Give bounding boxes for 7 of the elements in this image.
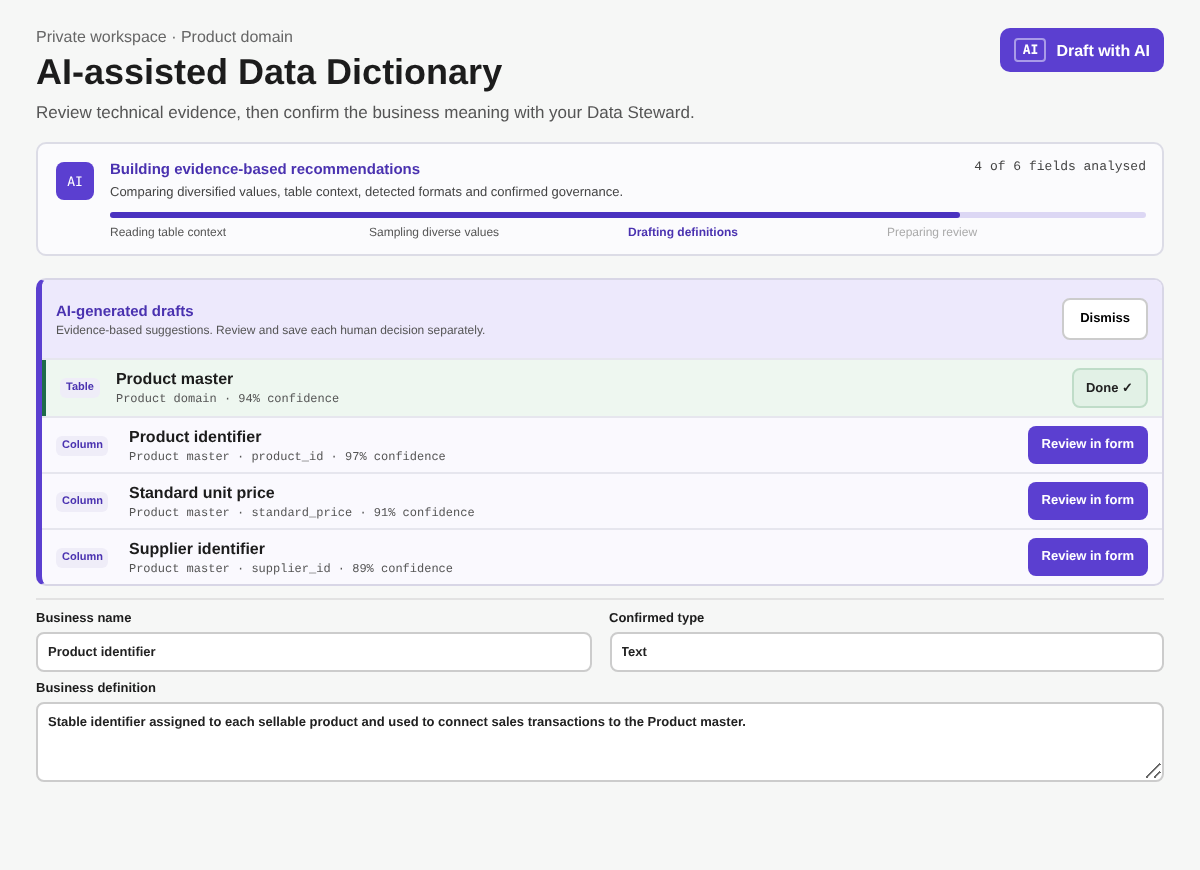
breadcrumb: Private workspace · Product domain [36, 28, 295, 46]
draft-name: Standard unit price [128, 483, 277, 501]
draft-name: Product master [115, 370, 236, 388]
draft-name: Supplier identifier [128, 539, 267, 557]
page-title: AI-assisted Data Dictionary [36, 52, 505, 94]
page-subtitle: Review technical evidence, then confirm the business meaning with your Data Steward. [36, 102, 695, 122]
draft-name: Product identifier [128, 427, 264, 445]
